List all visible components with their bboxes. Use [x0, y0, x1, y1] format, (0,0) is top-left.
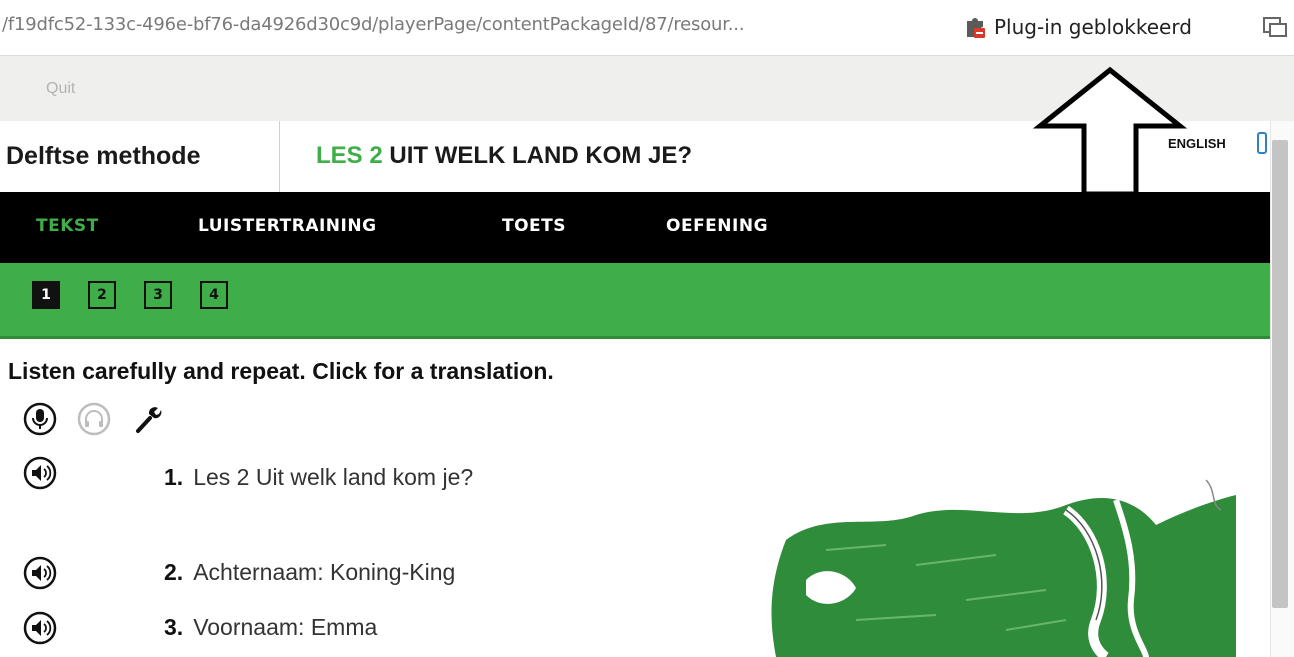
lesson-title-text: UIT WELK LAND KOM JE? [389, 142, 693, 169]
speaker-icon[interactable] [22, 610, 58, 646]
url-text[interactable]: /f19dfc52-133c-496e-bf76-da4926d30c9d/pl… [2, 14, 745, 35]
speaker-icon[interactable] [22, 455, 58, 491]
item-number: 3. [164, 614, 184, 640]
speaker-icon[interactable] [22, 555, 58, 591]
step-3-button[interactable]: 3 [144, 281, 172, 309]
microphone-icon[interactable] [22, 401, 58, 437]
list-item[interactable]: 3. Voornaam: Emma [164, 614, 377, 641]
item-text: Achternaam: Koning-King [193, 559, 456, 585]
lesson-title: LES 2 UIT WELK LAND KOM JE? [316, 142, 692, 170]
list-item[interactable]: 2. Achternaam: Koning-King [164, 559, 455, 586]
page-action-icon[interactable] [1262, 16, 1288, 38]
headphones-icon[interactable] [76, 401, 112, 437]
brand-title: Delftse methode [0, 121, 280, 192]
instruction-text: Listen carefully and repeat. Click for a… [8, 358, 554, 384]
tab-oefening[interactable]: OEFENING [666, 216, 768, 236]
list-item[interactable]: 1. Les 2 Uit welk land kom je? [164, 464, 473, 491]
item-number: 1. [164, 464, 184, 490]
browser-address-bar: /f19dfc52-133c-496e-bf76-da4926d30c9d/pl… [0, 0, 1294, 56]
europe-map-illustration [771, 479, 1236, 657]
plugin-blocked-notice[interactable]: Plug-in geblokkeerd [964, 12, 1192, 42]
item-number: 2. [164, 559, 184, 585]
puzzle-blocked-icon [967, 18, 985, 38]
scrollbar-thumb[interactable] [1272, 140, 1288, 608]
step-1-button[interactable]: 1 [32, 281, 60, 309]
plugin-blocked-label: Plug-in geblokkeerd [994, 15, 1192, 39]
item-text: Les 2 Uit welk land kom je? [193, 464, 474, 490]
tools-row [22, 401, 166, 437]
step-4-button[interactable]: 4 [200, 281, 228, 309]
section-nav: TEKST LUISTERTRAINING TOETS OEFENING [0, 192, 1270, 263]
quit-button[interactable]: Quit [46, 80, 75, 98]
step-bar: 1 2 3 4 [0, 263, 1270, 339]
language-toggle[interactable] [1257, 132, 1267, 154]
tab-tekst[interactable]: TEKST [36, 216, 99, 236]
up-arrow-annotation [1032, 66, 1188, 196]
step-2-button[interactable]: 2 [88, 281, 116, 309]
item-text: Voornaam: Emma [193, 614, 378, 640]
lesson-number: LES 2 [316, 142, 383, 169]
wrench-icon[interactable] [130, 401, 166, 437]
tab-toets[interactable]: TOETS [502, 216, 566, 236]
tab-luistertraining[interactable]: LUISTERTRAINING [198, 216, 377, 236]
